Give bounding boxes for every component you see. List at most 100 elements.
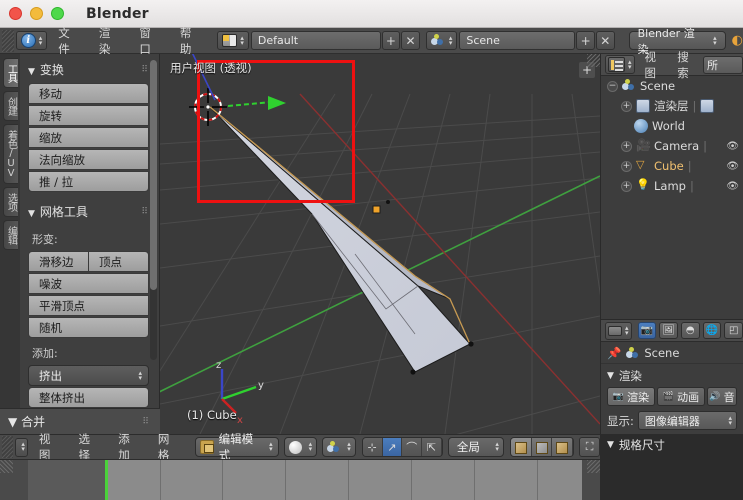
viewport-header-grip[interactable] [2,436,14,458]
properties-tab-scene[interactable]: ◓ [680,322,700,339]
button-shrink-fatten[interactable]: 法向缩放 [28,149,149,170]
viewport-3d[interactable]: z y x 用户视图 (透视) (1) Cube + [160,54,600,434]
outliner-menu-view[interactable]: 视图 [638,50,670,80]
expand-icon[interactable]: + [621,100,632,112]
timeline-resize-corner[interactable] [587,460,600,473]
tool-shelf-scrollbar[interactable] [150,60,157,360]
mesh-tools-panel-header[interactable]: ▼ 网格工具 ⠿ [26,200,153,225]
button-vertex-slide[interactable]: 顶点 [89,251,149,272]
viewport-menu-select[interactable]: 选择 [70,432,110,462]
collapse-icon[interactable]: − [607,80,618,92]
expand-icon[interactable]: + [621,140,632,152]
button-scale[interactable]: 缩放 [28,127,149,148]
transform-panel-header[interactable]: ▼ 变换 ⠿ [26,58,153,83]
scene-selector[interactable]: ▴ ▾ [425,31,458,50]
scale-manipulator-icon[interactable]: ⇱ [422,438,442,456]
timeline-resize-corner-left[interactable] [0,460,13,473]
drag-handle-icon[interactable]: ⠿ [141,207,149,217]
button-noise[interactable]: 噪波 [28,273,149,294]
menu-file[interactable]: 文件 [49,26,90,56]
delete-screen-layout-button[interactable]: ✕ [401,31,420,50]
properties-tab-render[interactable]: 📷 [637,322,657,339]
viewport-resize-corner[interactable] [587,54,600,67]
render-image-button[interactable]: 📷 渲染 [607,387,655,406]
viewport-menu-mesh[interactable]: 网格 [149,432,189,462]
edge-select-icon[interactable] [531,438,553,456]
menu-window[interactable]: 窗口 [130,26,171,56]
timeline-editor[interactable] [0,459,600,500]
camera-icon: 🎥 [636,138,651,152]
pin-icon[interactable]: 📌 [607,346,621,360]
render-audio-button[interactable]: 🔊 音 [707,387,737,406]
interaction-mode-selector[interactable]: 编辑模式 ▴ ▾ [194,432,279,462]
topbar-grip[interactable] [2,29,14,52]
renderlayer-icon[interactable] [700,99,715,113]
visibility-toggle-icon[interactable]: 👁 [726,181,739,192]
button-rotate[interactable]: 旋转 [28,105,149,126]
outliner-row-scene[interactable]: − Scene [601,76,743,96]
dimensions-panel-header[interactable]: ▼ 规格尺寸 [601,430,743,456]
drag-handle-icon[interactable]: ⠿ [142,417,150,427]
outliner-label: Camera [654,139,700,153]
maximize-window-button[interactable] [51,7,64,20]
occlude-geometry-icon[interactable]: ⛶ [579,437,600,457]
manipulator-toggle-icon[interactable]: ⊹ [362,438,383,456]
outliner-display-mode[interactable]: 所 [702,55,743,74]
drag-handle-icon[interactable]: ⠿ [141,65,149,75]
outliner-row-camera[interactable]: + 🎥 Camera | 👁 [601,136,743,156]
render-engine-selector[interactable]: Blender 渲染 ▴ ▾ [628,27,726,56]
timeline-track[interactable] [105,460,582,500]
face-select-icon[interactable] [552,438,574,456]
viewport-shading-selector[interactable]: ▴ ▾ [283,437,318,457]
delete-scene-button[interactable]: ✕ [595,31,615,50]
display-mode-dropdown[interactable]: 图像编辑器 ▴ ▾ [637,411,737,430]
add-scene-button[interactable]: + [576,31,595,50]
button-push-pull[interactable]: 推 / 拉 [28,171,149,192]
editor-type-selector[interactable]: ▴ ▾ [15,437,28,457]
render-animation-button[interactable]: 🎬 动画 [657,387,705,406]
tab-create[interactable]: 创建 [2,91,18,121]
add-screen-layout-button[interactable]: + [381,31,401,50]
editor-type-selector[interactable]: i ▴ ▾ [15,31,48,50]
viewport-menu-add[interactable]: 添加 [109,432,149,462]
outliner-row-cube[interactable]: + ▽ Cube | 👁 [601,156,743,176]
visibility-toggle-icon[interactable]: 👁 [726,161,739,172]
timeline-playhead[interactable] [105,460,108,500]
rotate-manipulator-icon[interactable]: ⌒ [402,438,423,456]
scene-name[interactable]: Scene [459,31,576,50]
minimize-window-button[interactable] [30,7,43,20]
editor-type-selector[interactable]: ▴ ▾ [605,321,632,340]
editor-type-selector[interactable]: ▴ ▾ [605,55,635,74]
properties-tab-renderlayer[interactable]: 🖼 [659,322,678,339]
vertex-select-icon[interactable] [510,438,532,456]
outliner-row-world[interactable]: World [601,116,743,136]
visibility-toggle-icon[interactable]: 👁 [726,141,739,152]
screen-layout-name[interactable]: Default [250,31,381,50]
close-window-button[interactable] [9,7,22,20]
dropdown-extrude[interactable]: 挤出 ▴ ▾ [28,365,149,386]
expand-icon[interactable]: + [621,160,632,172]
outliner-row-renderlayer[interactable]: + 渲染层 | [601,96,743,116]
button-extrude-region[interactable]: 整体挤出 [28,387,149,408]
screen-layout-selector[interactable]: ▴ ▾ [217,31,249,50]
tab-tools[interactable]: 工具 [2,58,18,88]
properties-tab-object[interactable]: ◰ [724,322,743,339]
button-edge-slide[interactable]: 滑移边 [28,251,89,272]
expand-icon[interactable]: + [621,180,632,192]
button-randomize[interactable]: 随机 [28,317,149,338]
tab-shading-uv[interactable]: 着色/UV [2,124,18,184]
outliner-menu-search[interactable]: 搜索 [670,50,702,80]
menu-render[interactable]: 渲染 [90,26,131,56]
button-smooth-vertex[interactable]: 平滑顶点 [28,295,149,316]
button-translate[interactable]: 移动 [28,83,149,104]
render-panel-header[interactable]: ▼ 渲染 [601,364,743,387]
menu-help[interactable]: 帮助 [171,26,212,56]
tab-edit[interactable]: 编辑 [2,220,18,250]
pivot-point-selector[interactable]: ▴ ▾ [322,437,356,457]
outliner-row-lamp[interactable]: + 💡 Lamp | 👁 [601,176,743,196]
translate-manipulator-icon[interactable]: ↗ [382,438,403,456]
transform-orientation-selector[interactable]: 全局 ▴ ▾ [447,437,504,457]
properties-tab-world[interactable]: 🌐 [702,322,722,339]
viewport-menu-view[interactable]: 视图 [30,432,70,462]
tab-options[interactable]: 选项 [2,187,18,217]
